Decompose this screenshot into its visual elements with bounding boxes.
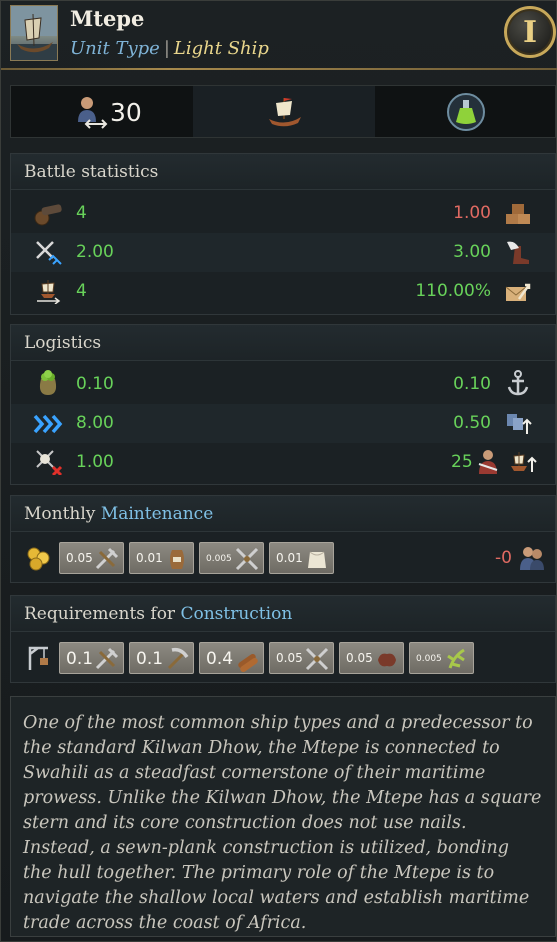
raid-value: 1.00 <box>76 452 114 472</box>
ship-up-icon <box>511 452 537 472</box>
gold-coins-icon <box>27 547 50 571</box>
maintenance-chip-4[interactable]: 0.01 <box>269 542 334 574</box>
ship-icon <box>269 98 301 127</box>
winged-boot-icon <box>507 241 529 264</box>
supplies-value: 0.10 <box>76 374 114 394</box>
construction-heading-highlight: Construction <box>180 604 293 624</box>
planks-value: 1.00 <box>453 203 491 223</box>
battle-row-3: 4 110.00% <box>11 272 555 311</box>
cannon-value: 4 <box>76 203 87 223</box>
crane-icon <box>28 646 48 670</box>
envelope-arrow-icon <box>505 283 531 301</box>
potion-cell[interactable] <box>375 86 557 137</box>
battle-statistics-heading: Battle statistics <box>11 154 555 190</box>
tier-badge[interactable]: I <box>504 6 556 58</box>
soldier-value: 25 <box>451 452 473 472</box>
unit-type-separator: | <box>163 38 170 59</box>
construction-row: 0.1 0.1 0.4 0.05 0.05 0.005 <box>11 636 555 682</box>
pickaxe-icon <box>167 647 189 670</box>
crossed-tools-icon <box>305 647 329 671</box>
construction-chip-4[interactable]: 0.05 <box>269 642 334 674</box>
maintenance-right-value: -0 <box>495 548 512 568</box>
construction-chip-1-value: 0.1 <box>66 649 94 669</box>
maintenance-heading-prefix: Monthly <box>24 504 96 524</box>
ship-arrows-icon <box>37 280 61 304</box>
maintenance-row: 0.05 0.01 0.005 0.01 -0 <box>11 536 555 582</box>
construction-chip-5-value: 0.05 <box>346 651 373 665</box>
logistics-heading: Logistics <box>11 325 555 361</box>
construction-chip-4-value: 0.05 <box>276 651 303 665</box>
maintenance-chip-2[interactable]: 0.01 <box>129 542 194 574</box>
logistics-row-2: 8.00 0.50 <box>11 404 555 443</box>
anchor-value: 0.10 <box>453 374 491 394</box>
herbs-icon <box>447 648 465 669</box>
speed-chevrons-icon <box>33 414 63 434</box>
unit-summary-bar: 30 <box>10 85 556 138</box>
cannon-icon <box>34 204 62 226</box>
crew-cell: 30 <box>11 86 193 137</box>
maintenance-chip-1-value: 0.05 <box>66 551 93 565</box>
hammer-saw-icon <box>95 647 119 670</box>
ship-portrait-image <box>10 5 58 61</box>
anchor-icon <box>507 370 529 396</box>
maintenance-chip-3[interactable]: 0.005 <box>199 542 264 574</box>
construction-chip-3[interactable]: 0.4 <box>199 642 264 674</box>
hammer-saw-icon <box>95 547 119 570</box>
tier-badge-label: I <box>522 15 538 50</box>
unit-type-line: Unit Type | Light Ship <box>70 38 269 59</box>
crew-count: 30 <box>110 98 142 127</box>
barrel-icon <box>170 550 184 569</box>
construction-chip-2-value: 0.1 <box>136 649 164 669</box>
construction-chip-2[interactable]: 0.1 <box>129 642 194 674</box>
maintenance-chip-3-value: 0.005 <box>206 554 232 564</box>
supplies-bag-icon <box>39 370 57 395</box>
maintenance-heading-highlight: Maintenance <box>100 504 214 524</box>
construction-chip-6-value: 0.005 <box>416 654 442 664</box>
unit-type-label: Unit Type <box>70 38 160 59</box>
construction-heading: Requirements for Construction <box>11 596 555 632</box>
logistics-row-1: 0.10 0.10 <box>11 365 555 404</box>
construction-section: Requirements for Construction 0.1 0.1 0.… <box>10 595 556 683</box>
movement-value: 3.00 <box>453 242 491 262</box>
attack-speed-value: 2.00 <box>76 242 114 262</box>
maintenance-heading: Monthly Maintenance <box>11 496 555 532</box>
construction-chip-5[interactable]: 0.05 <box>339 642 404 674</box>
battle-row-2: 2.00 3.00 <box>11 233 555 272</box>
logistics-row-3: 1.00 25 <box>11 443 555 482</box>
battle-statistics-section: Battle statistics 4 1.00 2.00 3.00 4 110… <box>10 153 556 315</box>
maintenance-chip-2-value: 0.01 <box>136 551 163 565</box>
leather-icon <box>378 653 396 667</box>
morale-value: 110.00% <box>415 281 491 301</box>
troops-value: 0.50 <box>453 413 491 433</box>
logistics-section: Logistics 0.10 0.10 8.00 0.50 1.00 25 <box>10 324 556 485</box>
unit-title: Mtepe <box>70 6 145 31</box>
maintenance-chip-1[interactable]: 0.05 <box>59 542 124 574</box>
header: Mtepe Unit Type | Light Ship I <box>1 1 557 70</box>
cloth-icon <box>308 551 326 568</box>
construction-chip-3-value: 0.4 <box>206 649 234 669</box>
crossed-swords-icon <box>36 241 62 265</box>
unit-tooltip-panel: Mtepe Unit Type | Light Ship I 30 Battle… <box>0 0 557 942</box>
construction-chip-6[interactable]: 0.005 <box>409 642 474 674</box>
maintenance-chip-4-value: 0.01 <box>276 551 303 565</box>
construction-heading-prefix: Requirements for <box>24 604 176 624</box>
soldier-icon <box>478 450 498 474</box>
header-divider <box>1 68 557 70</box>
unit-type-value: Light Ship <box>173 38 269 59</box>
ship-cell[interactable] <box>193 86 375 137</box>
troops-up-icon <box>507 414 532 434</box>
pirate-swords-icon <box>36 450 63 475</box>
speed-value: 8.00 <box>76 413 114 433</box>
crossed-tools-icon <box>235 547 259 571</box>
battle-row-1: 4 1.00 <box>11 194 555 233</box>
potion-icon <box>447 93 485 131</box>
crew-icon <box>78 97 108 129</box>
unit-description: One of the most common ship types and a … <box>10 696 556 937</box>
population-icon <box>520 547 544 570</box>
construction-chip-1[interactable]: 0.1 <box>59 642 124 674</box>
maintenance-section: Monthly Maintenance 0.05 0.01 0.005 0.01… <box>10 495 556 583</box>
planks-icon <box>506 204 530 224</box>
logs-icon <box>238 653 258 672</box>
ship-combat-value: 4 <box>76 281 87 301</box>
